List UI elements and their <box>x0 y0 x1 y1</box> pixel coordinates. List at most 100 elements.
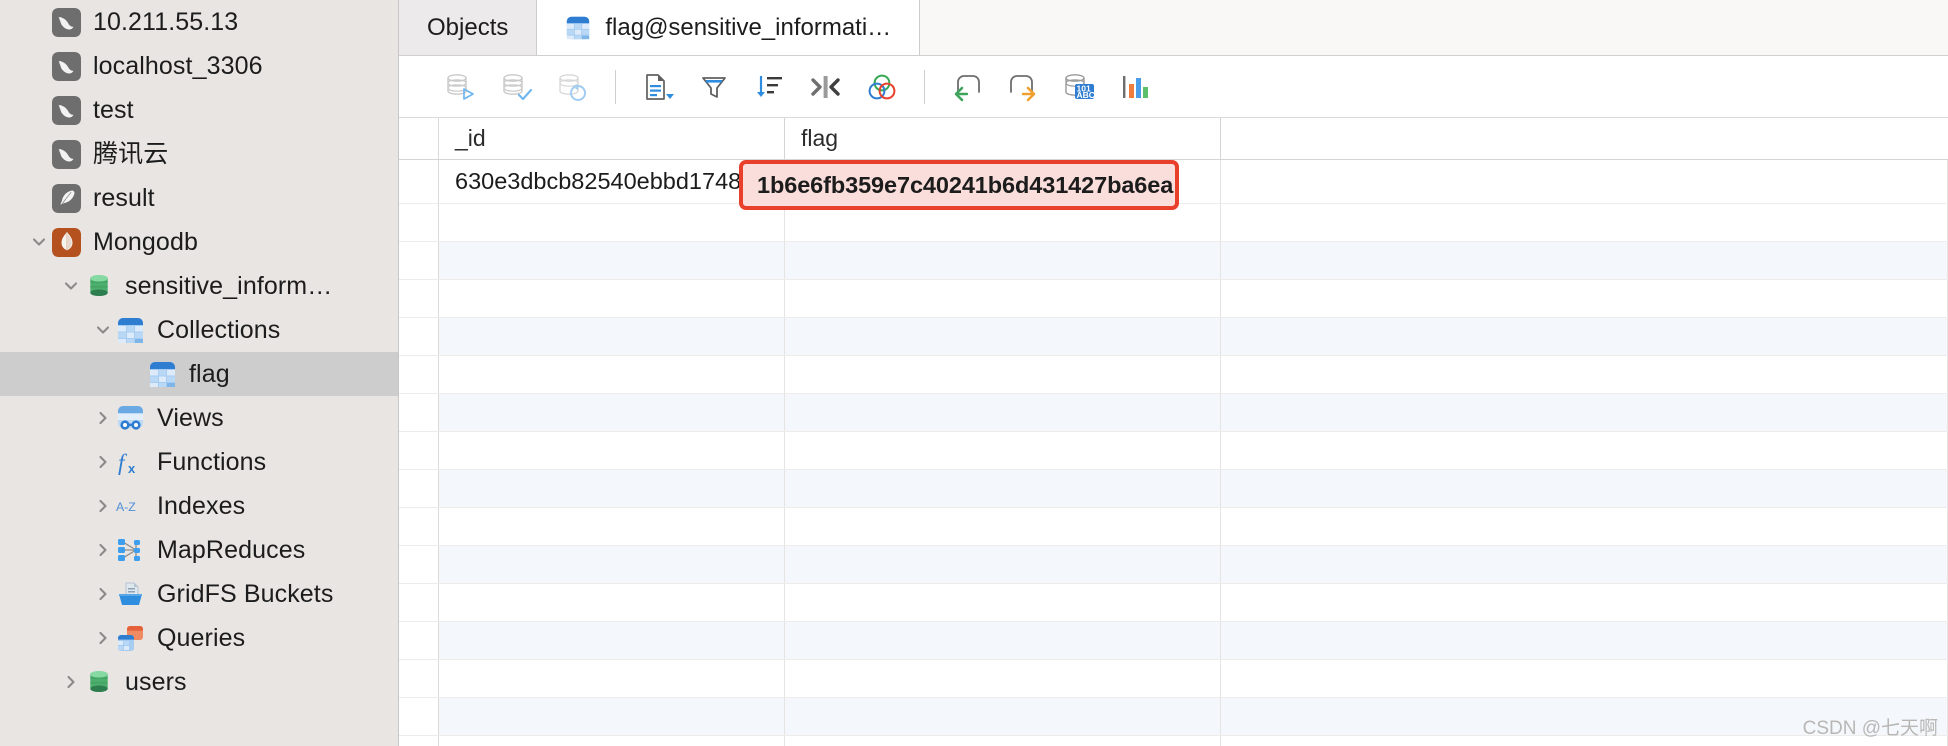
cell-id-empty[interactable] <box>439 698 785 735</box>
table-row-empty[interactable] <box>399 546 1948 584</box>
table-row-empty[interactable] <box>399 280 1948 318</box>
tree-item-label: Functions <box>157 447 267 476</box>
table-row-empty[interactable] <box>399 432 1948 470</box>
cell-id[interactable]: 630e3dbcb82540ebbd1748c5 <box>439 160 785 203</box>
collapse-columns-icon[interactable] <box>798 64 854 110</box>
cell-filler <box>1221 242 1948 279</box>
connection-tree[interactable]: 10.211.55.13 localhost_3306 test 腾讯云 result M… <box>0 0 398 704</box>
chevron-right-icon[interactable] <box>90 396 116 440</box>
cell-flag-empty[interactable] <box>785 280 1221 317</box>
cell-flag-empty[interactable] <box>785 432 1221 469</box>
tree-item-functions[interactable]: f x Functions <box>0 440 398 484</box>
tree-item-views[interactable]: Views <box>0 396 398 440</box>
cell-flag-empty[interactable] <box>785 394 1221 431</box>
tree-item-queries[interactable]: Queries <box>0 616 398 660</box>
tree-item-indexes[interactable]: A-Z Indexes <box>0 484 398 528</box>
table-row-empty[interactable] <box>399 660 1948 698</box>
cell-flag-empty[interactable] <box>785 546 1221 583</box>
refresh-db-icon[interactable] <box>545 64 601 110</box>
cell-id-empty[interactable] <box>439 546 785 583</box>
chevron-right-icon[interactable] <box>90 616 116 660</box>
cell-id-empty[interactable] <box>439 660 785 697</box>
tree-item-label: result <box>93 183 155 212</box>
tree-item-10-211-55-13[interactable]: 10.211.55.13 <box>0 0 398 44</box>
cell-flag-empty[interactable] <box>785 698 1221 735</box>
table-row-empty[interactable] <box>399 470 1948 508</box>
row-gutter <box>399 698 439 735</box>
tree-item-users[interactable]: users <box>0 660 398 704</box>
tree-item-mongodb[interactable]: Mongodb <box>0 220 398 264</box>
tree-item-localhost-3306[interactable]: localhost_3306 <box>0 44 398 88</box>
cell-flag-empty[interactable] <box>785 318 1221 355</box>
tab-bar[interactable]: Objects flag@sensitive_informati… <box>399 0 1948 56</box>
data-grid[interactable]: _id flag 630e3dbcb82540ebbd1748c5 1b6e6f… <box>399 118 1948 746</box>
cell-flag-empty[interactable] <box>785 242 1221 279</box>
cell-id-empty[interactable] <box>439 470 785 507</box>
table-row-empty[interactable] <box>399 394 1948 432</box>
grid-toolbar[interactable]: 101 ABC <box>399 56 1948 118</box>
cell-id-empty[interactable] <box>439 394 785 431</box>
view-mode-icon[interactable] <box>630 64 686 110</box>
table-row-empty[interactable] <box>399 356 1948 394</box>
flag-value-highlight[interactable]: 1b6e6fb359e7c40241b6d431427ba6ea <box>739 160 1179 210</box>
column-header-id[interactable]: _id <box>439 118 785 159</box>
sort-icon[interactable] <box>742 64 798 110</box>
cell-id-empty[interactable] <box>439 508 785 545</box>
tree-item-sensitive-inform[interactable]: sensitive_inform… <box>0 264 398 308</box>
chevron-right-icon[interactable] <box>58 660 84 704</box>
tab-objects[interactable]: Objects <box>399 0 538 55</box>
venn-icon[interactable] <box>854 64 910 110</box>
cell-id-empty[interactable] <box>439 736 785 746</box>
cell-flag-empty[interactable] <box>785 584 1221 621</box>
cell-id-empty[interactable] <box>439 242 785 279</box>
cell-id-empty[interactable] <box>439 280 785 317</box>
table-row-empty[interactable] <box>399 622 1948 660</box>
tree-item-result[interactable]: result <box>0 176 398 220</box>
tree-item-label: Mongodb <box>93 227 198 256</box>
row-gutter <box>399 242 439 279</box>
tab-flag-sensitive-informati[interactable]: flag@sensitive_informati… <box>537 0 921 55</box>
chevron-right-icon[interactable] <box>90 440 116 484</box>
table-row-empty[interactable] <box>399 242 1948 280</box>
cell-flag-empty[interactable] <box>785 470 1221 507</box>
chevron-right-icon[interactable] <box>90 528 116 572</box>
tree-item-test[interactable]: test <box>0 88 398 132</box>
tree-item-mapreduces[interactable]: MapReduces <box>0 528 398 572</box>
table-row-empty[interactable] <box>399 318 1948 356</box>
tree-item-flag[interactable]: flag <box>0 352 398 396</box>
cell-id-empty[interactable] <box>439 584 785 621</box>
tree-item-collections[interactable]: Collections <box>0 308 398 352</box>
tree-item-label: Collections <box>157 315 281 344</box>
undo-icon[interactable] <box>939 64 995 110</box>
chevron-down-icon[interactable] <box>26 220 52 264</box>
cell-id-empty[interactable] <box>439 204 785 241</box>
tree-item-[interactable]: 腾讯云 <box>0 132 398 176</box>
cell-flag-empty[interactable] <box>785 736 1221 746</box>
column-header-flag[interactable]: flag <box>785 118 1221 159</box>
chevron-down-icon[interactable] <box>90 308 116 352</box>
grid-body[interactable]: 630e3dbcb82540ebbd1748c5 <box>399 160 1948 746</box>
table-row-empty[interactable] <box>399 698 1948 736</box>
cell-flag-empty[interactable] <box>785 356 1221 393</box>
cell-id-empty[interactable] <box>439 622 785 659</box>
data-preview-101abc-icon[interactable]: 101 ABC <box>1051 64 1107 110</box>
chevron-down-icon[interactable] <box>58 264 84 308</box>
cell-flag-empty[interactable] <box>785 660 1221 697</box>
cell-id-empty[interactable] <box>439 356 785 393</box>
cell-id-empty[interactable] <box>439 318 785 355</box>
tree-item-gridfs-buckets[interactable]: GridFS Buckets <box>0 572 398 616</box>
table-row-empty[interactable] <box>399 736 1948 746</box>
export-wizard-icon[interactable] <box>489 64 545 110</box>
cell-flag-empty[interactable] <box>785 622 1221 659</box>
table-row-empty[interactable] <box>399 508 1948 546</box>
cell-flag-empty[interactable] <box>785 508 1221 545</box>
table-row-empty[interactable] <box>399 584 1948 622</box>
filter-icon[interactable] <box>686 64 742 110</box>
chevron-right-icon[interactable] <box>90 484 116 528</box>
redo-icon[interactable] <box>995 64 1051 110</box>
cell-id-empty[interactable] <box>439 432 785 469</box>
import-wizard-icon[interactable] <box>433 64 489 110</box>
chevron-right-icon[interactable] <box>90 572 116 616</box>
chart-icon[interactable] <box>1107 64 1163 110</box>
connections-sidebar[interactable]: 10.211.55.13 localhost_3306 test 腾讯云 result M… <box>0 0 398 746</box>
